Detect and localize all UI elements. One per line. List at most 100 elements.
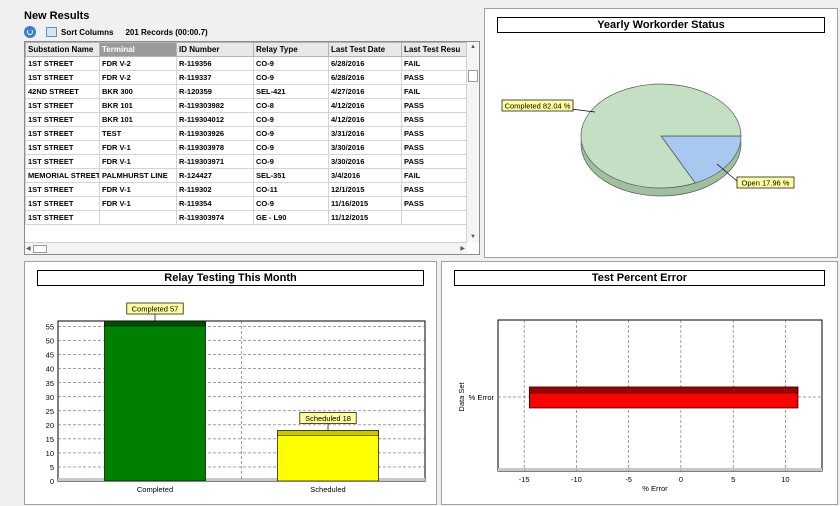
results-toolbar: Sort Columns 201 Records (00:00.7) bbox=[24, 25, 208, 39]
table-cell: FDR V-1 bbox=[99, 196, 177, 211]
table-row[interactable]: 1ST STREET FDR V-1 R-119354 CO-9 11/16/2015 P… bbox=[25, 196, 468, 211]
table-cell: 1ST STREET bbox=[25, 182, 100, 197]
hbar-x-tick-label: 10 bbox=[781, 475, 789, 484]
grid-horizontal-scrollbar[interactable]: ◀ ▶ bbox=[25, 242, 467, 254]
sort-columns-button[interactable]: Sort Columns bbox=[61, 28, 113, 37]
table-cell: 3/31/2016 bbox=[328, 126, 402, 141]
results-panel: New Results Sort Columns 201 Records (00… bbox=[22, 8, 480, 258]
column-header[interactable]: Substation Name bbox=[25, 42, 100, 57]
table-cell: FDR V-1 bbox=[99, 182, 177, 197]
table-row[interactable]: 1ST STREET TEST R-119303926 CO-9 3/31/2016 PA… bbox=[25, 126, 468, 141]
column-header[interactable]: Terminal bbox=[99, 42, 177, 57]
table-cell: 6/28/2016 bbox=[328, 56, 402, 71]
table-row[interactable]: 1ST STREET FDR V-2 R-119337 CO-9 6/28/2016 PA… bbox=[25, 70, 468, 85]
table-cell: CO-11 bbox=[253, 182, 329, 197]
table-cell: CO-9 bbox=[253, 56, 329, 71]
table-cell: 42ND STREET bbox=[25, 84, 100, 99]
table-cell: CO-9 bbox=[253, 70, 329, 85]
table-cell: FAIL bbox=[401, 56, 468, 71]
grid-vertical-scrollbar[interactable]: ▲ ▼ bbox=[466, 42, 479, 242]
table-row[interactable]: 1ST STREET BKR 101 R-119304012 CO-9 4/12/201… bbox=[25, 112, 468, 127]
table-cell: R-119304012 bbox=[176, 112, 254, 127]
table-cell: PASS bbox=[401, 98, 468, 113]
hbar-x-tick-label: 5 bbox=[731, 475, 735, 484]
column-header[interactable]: Last Test Date bbox=[328, 42, 402, 57]
hbar-floor bbox=[498, 468, 822, 471]
table-cell: TEST bbox=[99, 126, 177, 141]
hbar-top bbox=[529, 386, 799, 394]
table-cell bbox=[401, 210, 468, 225]
table-cell: CO-9 bbox=[253, 140, 329, 155]
bar-y-tick-label: 40 bbox=[46, 365, 54, 374]
table-row[interactable]: 42ND STREET BKR 300 R-120359 SEL-421 4/27/20… bbox=[25, 84, 468, 99]
table-cell: 12/1/2015 bbox=[328, 182, 402, 197]
table-row[interactable]: 1ST STREET FDR V-1 R-119303978 CO-9 3/30/201… bbox=[25, 140, 468, 155]
table-cell: PASS bbox=[401, 182, 468, 197]
bar-category-label: Scheduled bbox=[310, 485, 345, 494]
table-cell: FDR V-1 bbox=[99, 154, 177, 169]
table-cell: FDR V-1 bbox=[99, 140, 177, 155]
bar-data-label: Completed 57 bbox=[132, 305, 179, 314]
table-cell: 1ST STREET bbox=[25, 112, 100, 127]
vertical-scroll-thumb[interactable] bbox=[468, 70, 478, 82]
bar-category-label: Completed bbox=[137, 485, 173, 494]
table-cell: FDR V-2 bbox=[99, 56, 177, 71]
column-header[interactable]: Relay Type bbox=[253, 42, 329, 57]
table-cell: R-120359 bbox=[176, 84, 254, 99]
table-cell: PASS bbox=[401, 154, 468, 169]
bar-y-tick-label: 55 bbox=[46, 323, 54, 332]
column-header[interactable]: ID Number bbox=[176, 42, 254, 57]
sort-columns-icon[interactable] bbox=[46, 27, 57, 37]
results-title: New Results bbox=[24, 10, 90, 22]
bar-y-tick-label: 10 bbox=[46, 449, 54, 458]
table-cell: MEMORIAL STREET bbox=[25, 168, 100, 183]
table-cell: R-124427 bbox=[176, 168, 254, 183]
table-cell: PALMHURST LINE bbox=[99, 168, 177, 183]
percent-error-panel: Test Percent Error -15 -10 -5 0 5 10% Error% … bbox=[441, 261, 838, 505]
table-cell: FDR V-2 bbox=[99, 70, 177, 85]
table-cell: PASS bbox=[401, 112, 468, 127]
hbar-chart: -15 -10 -5 0 5 10% Error% ErrorData Set bbox=[457, 319, 823, 493]
bar-y-tick-label: 25 bbox=[46, 407, 54, 416]
bar-y-tick-label: 15 bbox=[46, 435, 54, 444]
table-cell: 4/27/2016 bbox=[328, 84, 402, 99]
table-cell: PASS bbox=[401, 140, 468, 155]
table-cell: R-119303971 bbox=[176, 154, 254, 169]
table-row[interactable]: 1ST STREET R-119303974 GE - L90 11/12/2015 bbox=[25, 210, 468, 225]
table-row[interactable]: MEMORIAL STREET PALMHURST LINE R-124427 SEL… bbox=[25, 168, 468, 183]
table-row[interactable]: 1ST STREET BKR 101 R-119303982 CO-8 4/12/201… bbox=[25, 98, 468, 113]
bar-data-label: Scheduled 18 bbox=[305, 414, 351, 423]
bar-y-tick-label: 35 bbox=[46, 379, 54, 388]
pie-chart: Completed 82.04 % Open 17.96 % bbox=[501, 83, 795, 197]
table-cell: CO-9 bbox=[253, 126, 329, 141]
table-cell: 3/30/2016 bbox=[328, 140, 402, 155]
table-cell: 6/28/2016 bbox=[328, 70, 402, 85]
bar-rect bbox=[277, 430, 379, 482]
bar-y-tick-label: 50 bbox=[46, 337, 54, 346]
horizontal-scroll-thumb[interactable] bbox=[33, 245, 47, 253]
table-row[interactable]: 1ST STREET FDR V-1 R-119303971 CO-9 3/30/201… bbox=[25, 154, 468, 169]
table-cell: 3/4/2016 bbox=[328, 168, 402, 183]
workorder-status-panel: Yearly Workorder Status Completed 82.04 … bbox=[484, 8, 838, 258]
refresh-icon[interactable] bbox=[24, 26, 36, 38]
table-cell: FAIL bbox=[401, 84, 468, 99]
table-cell: R-119303982 bbox=[176, 98, 254, 113]
table-cell: SEL-421 bbox=[253, 84, 329, 99]
table-cell: R-119302 bbox=[176, 182, 254, 197]
table-cell: CO-8 bbox=[253, 98, 329, 113]
table-cell: 1ST STREET bbox=[25, 70, 100, 85]
hbar-x-tick-label: -10 bbox=[571, 475, 582, 484]
hbar-x-axis-label: % Error bbox=[642, 484, 668, 493]
column-header[interactable]: Last Test Resu bbox=[401, 42, 468, 57]
table-cell: R-119356 bbox=[176, 56, 254, 71]
table-row[interactable]: 1ST STREET FDR V-1 R-119302 CO-11 12/1/2015 P… bbox=[25, 182, 468, 197]
table-cell: GE - L90 bbox=[253, 210, 329, 225]
records-count: 201 Records (00:00.7) bbox=[125, 27, 208, 37]
table-cell: 1ST STREET bbox=[25, 56, 100, 71]
table-cell: 1ST STREET bbox=[25, 140, 100, 155]
table-cell: R-119303974 bbox=[176, 210, 254, 225]
hbar-x-tick-label: -5 bbox=[625, 475, 632, 484]
table-cell: SEL-351 bbox=[253, 168, 329, 183]
table-cell: 1ST STREET bbox=[25, 98, 100, 113]
table-row[interactable]: 1ST STREET FDR V-2 R-119356 CO-9 6/28/2016 FA… bbox=[25, 56, 468, 71]
